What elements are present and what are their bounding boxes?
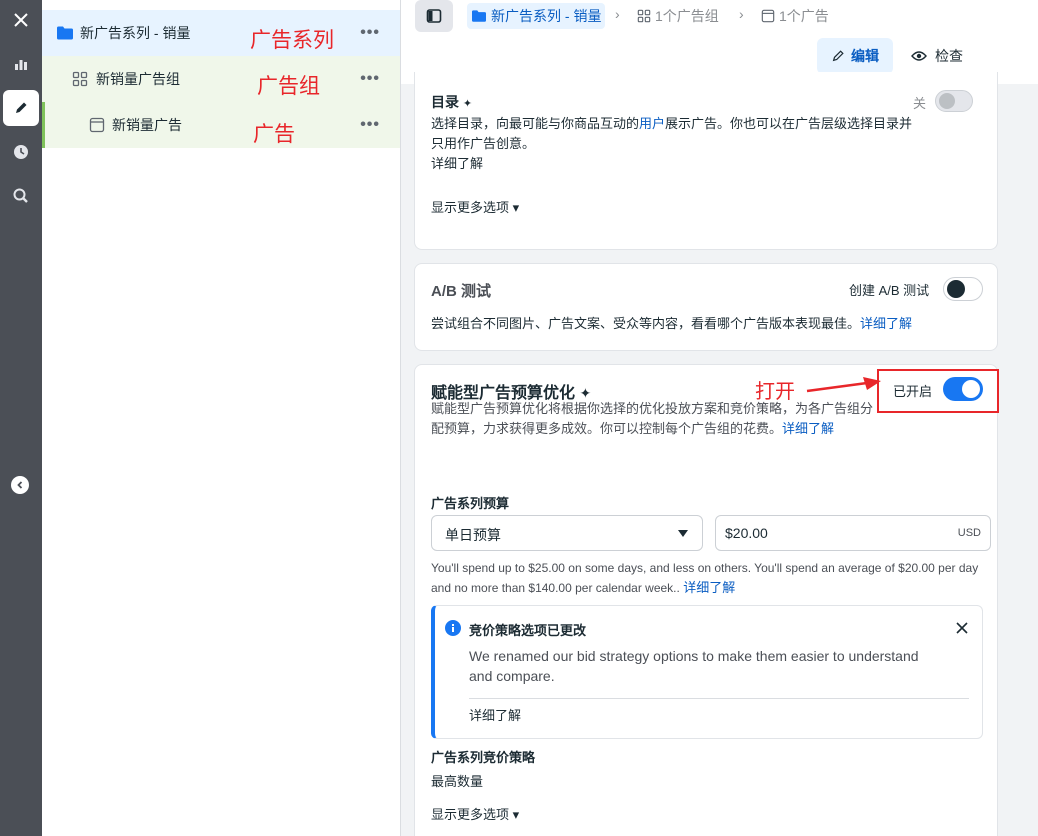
tree-item-adset[interactable]: 新销量广告组 ••• (42, 56, 400, 102)
breadcrumb-ads-label: 1个广告 (779, 8, 829, 24)
edit-button-label: 编辑 (851, 48, 879, 64)
annotation-arrow-icon (806, 377, 881, 393)
budget-label: 广告系列预算 (431, 496, 510, 511)
budget-type-value: 单日预算 (445, 527, 501, 543)
catalog-learn-more-link[interactable]: 详细了解 (431, 154, 483, 174)
ab-test-card: A/B 测试 创建 A/B 测试 尝试组合不同图片、广告文案、受众等内容，看看哪… (414, 263, 998, 351)
budget-type-select[interactable]: 单日预算 (431, 515, 703, 551)
tree-ad-label: 新销量广告 (112, 117, 182, 133)
ab-test-learn-more-link[interactable]: 详细了解 (860, 316, 912, 331)
breadcrumb-adsets-label: 1个广告组 (655, 8, 719, 24)
inspect-button-label: 检查 (935, 48, 963, 64)
close-icon[interactable] (956, 622, 968, 634)
cbo-toggle[interactable] (943, 377, 983, 401)
info-icon (445, 620, 461, 636)
tree-adset-label: 新销量广告组 (96, 71, 180, 87)
tree-campaign-label: 新广告系列 - 销量 (80, 25, 191, 41)
notice-title: 竞价策略选项已更改 (469, 623, 587, 638)
sparkle-icon: ✦ (462, 98, 473, 110)
adset-grid-icon (637, 9, 651, 23)
ab-test-toggle-label: 创建 A/B 测试 (849, 283, 930, 298)
breadcrumb-chevron-icon: › (615, 6, 620, 22)
zoom-chart-icon[interactable] (3, 178, 39, 214)
bar-chart-icon[interactable] (3, 46, 39, 82)
users-link[interactable]: 用户 (639, 116, 665, 131)
breadcrumb-adsets[interactable]: 1个广告组 (637, 6, 719, 26)
cbo-description: 赋能型广告预算优化将根据你选择的优化投放方案和竞价策略，为各广告组分配预算，力求… (431, 401, 874, 436)
breadcrumb-campaign-label: 新广告系列 - 销量 (491, 8, 602, 24)
close-icon[interactable] (3, 2, 39, 38)
bid-strategy-notice: 竞价策略选项已更改 We renamed our bid strategy op… (431, 605, 983, 739)
structure-tree: 新广告系列 - 销量 ••• 新销量广告组 ••• 新销量广告 ••• 广告系列… (42, 0, 400, 836)
annotation-ad: 广告 (253, 122, 295, 146)
catalog-toggle[interactable] (935, 90, 973, 112)
pencil-icon (832, 50, 844, 62)
ab-test-toggle[interactable] (943, 277, 983, 301)
cbo-show-more-link[interactable]: 显示更多选项 ▾ (431, 805, 519, 825)
sidebar-toggle-icon[interactable] (415, 0, 453, 32)
caret-down-icon (678, 530, 688, 537)
spend-learn-more-link[interactable]: 详细了解 (683, 580, 735, 595)
spend-note: You'll spend up to $25.00 on some days, … (431, 561, 979, 595)
catalog-title: 目录 ✦ (431, 94, 473, 110)
breadcrumb-ads[interactable]: 1个广告 (761, 6, 829, 26)
budget-amount-input[interactable]: $20.00 USD (715, 515, 991, 551)
ab-test-description: 尝试组合不同图片、广告文案、受众等内容，看看哪个广告版本表现最佳。详细了解 (431, 316, 913, 331)
currency-label: USD (957, 527, 981, 539)
clock-icon[interactable] (3, 134, 39, 170)
eye-icon (911, 51, 927, 61)
inspect-button[interactable]: 检查 (911, 38, 981, 74)
editor-pane: 新广告系列 - 销量 › 1个广告组 › 1个广告 编辑 检查 目录 ✦ 关 选… (401, 0, 1038, 836)
annotation-enable: 打开 (755, 379, 795, 403)
ad-frame-icon (89, 117, 105, 133)
tree-item-ad[interactable]: 新销量广告 ••• (42, 102, 400, 148)
ab-test-title: A/B 测试 (431, 283, 492, 300)
more-options-icon[interactable]: ••• (360, 116, 380, 134)
bid-strategy-label: 广告系列竞价策略 (431, 750, 536, 765)
cbo-learn-more-link[interactable]: 详细了解 (782, 421, 834, 436)
folder-icon (472, 10, 486, 22)
catalog-toggle-label: 关 (913, 96, 927, 111)
cbo-toggle-label: 已开启 (893, 384, 933, 399)
notice-divider (469, 698, 969, 699)
edit-button[interactable]: 编辑 (817, 38, 893, 74)
annotation-adset: 广告组 (257, 74, 320, 98)
more-options-icon[interactable]: ••• (360, 70, 380, 88)
notice-learn-more-link[interactable]: 详细了解 (469, 706, 521, 726)
ad-frame-icon (761, 9, 775, 23)
notice-body: We renamed our bid strategy options to m… (469, 648, 919, 684)
cbo-card: 赋能型广告预算优化 ✦ 赋能型广告预算优化将根据你选择的优化投放方案和竞价策略，… (414, 364, 999, 836)
breadcrumb-chevron-icon: › (739, 6, 744, 22)
catalog-description: 选择目录，向最可能与你商品互动的用户展示广告。你也可以在广告层级选择目录并只用作… (431, 116, 913, 151)
folder-icon (57, 26, 73, 40)
pencil-icon[interactable] (3, 90, 39, 126)
annotation-campaign: 广告系列 (250, 28, 334, 52)
catalog-card: 目录 ✦ 关 选择目录，向最可能与你商品互动的用户展示广告。你也可以在广告层级选… (414, 72, 998, 250)
left-rail (0, 0, 42, 836)
catalog-show-more-link[interactable]: 显示更多选项 ▾ (431, 198, 519, 218)
bid-strategy-value: 最高数量 (431, 774, 484, 789)
collapse-chevron-icon[interactable] (11, 476, 29, 494)
budget-amount-value: $20.00 (725, 525, 768, 541)
tree-item-campaign[interactable]: 新广告系列 - 销量 ••• (42, 10, 400, 56)
more-options-icon[interactable]: ••• (360, 24, 380, 42)
adset-grid-icon (72, 71, 88, 87)
breadcrumb-campaign[interactable]: 新广告系列 - 销量 (467, 3, 606, 29)
